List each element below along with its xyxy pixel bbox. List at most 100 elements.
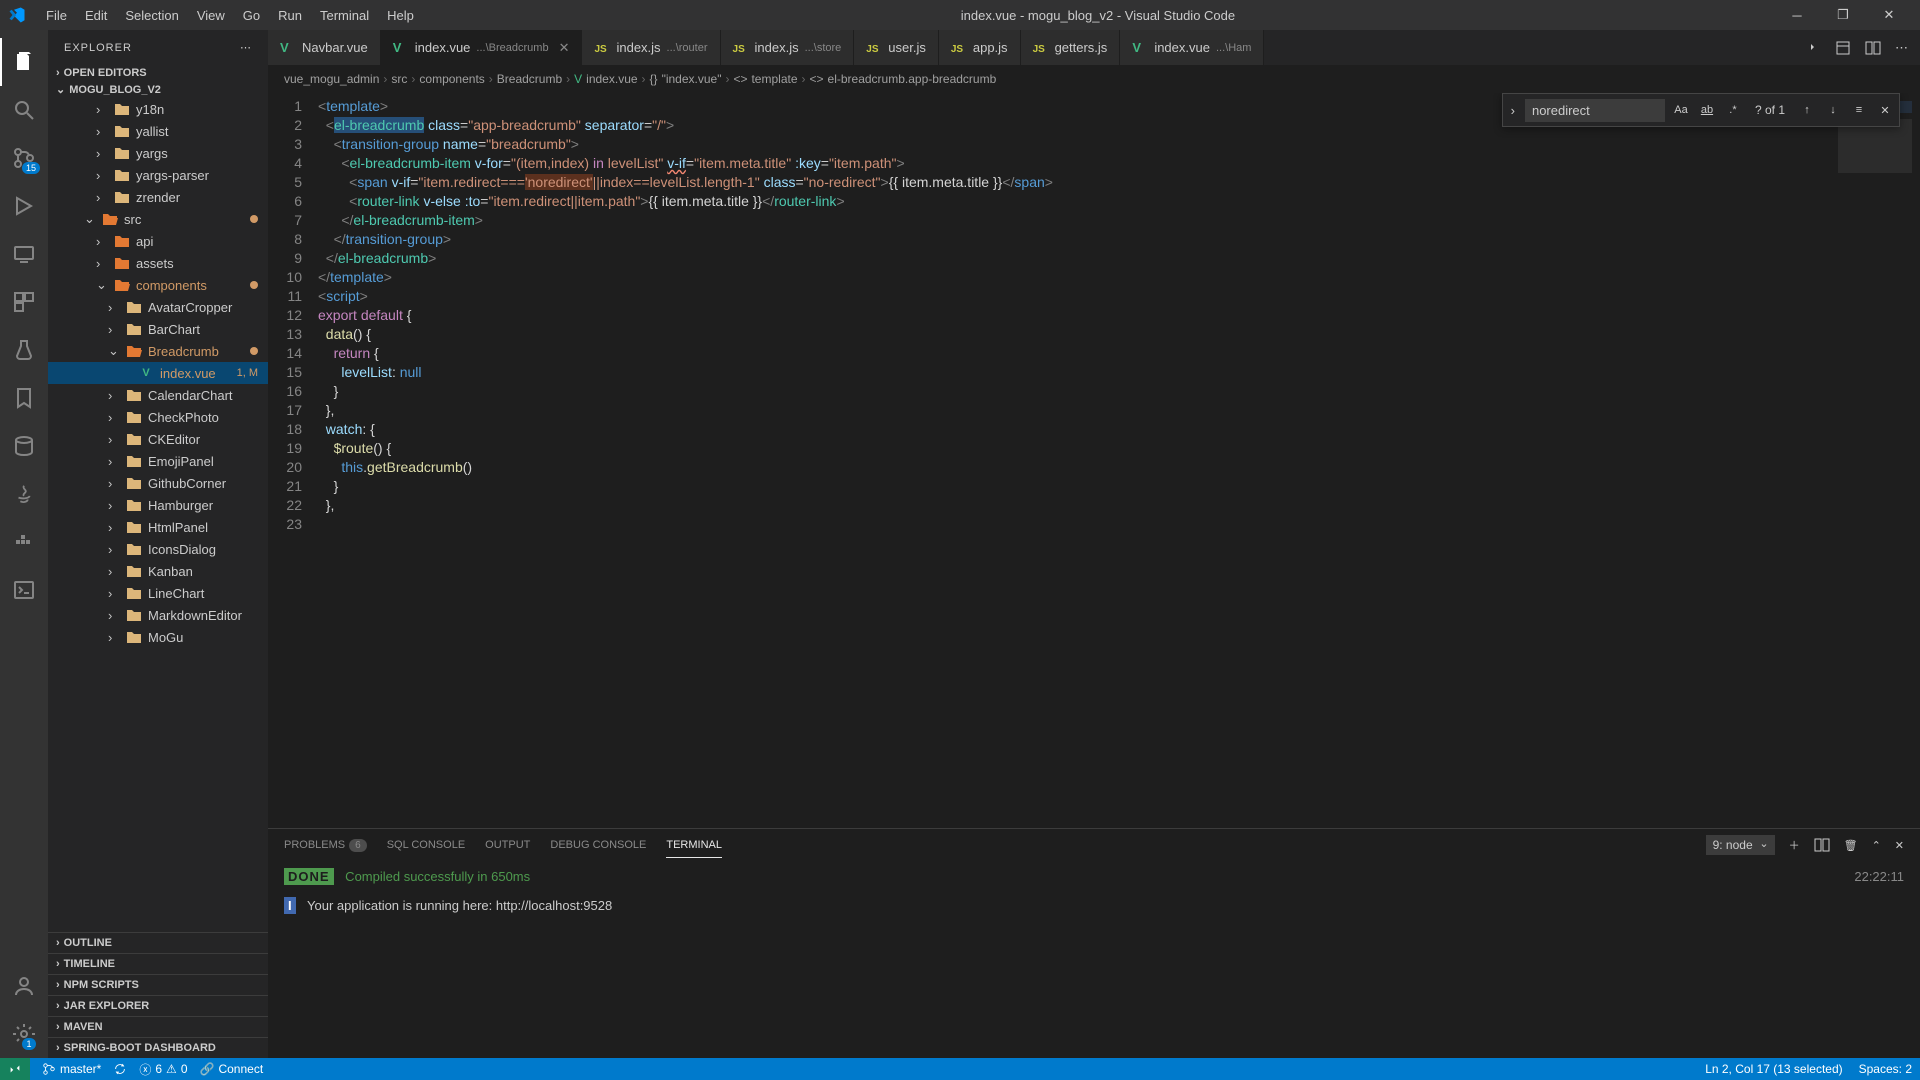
- activity-account[interactable]: [0, 962, 48, 1010]
- activity-docker[interactable]: [0, 518, 48, 566]
- tree-item[interactable]: ›LineChart: [48, 582, 268, 604]
- panel-tab-terminal[interactable]: TERMINAL: [666, 833, 722, 858]
- tree-item[interactable]: ›AvatarCropper: [48, 296, 268, 318]
- tree-item[interactable]: ›GithubCorner: [48, 472, 268, 494]
- editor-tab[interactable]: JSuser.js: [854, 30, 939, 65]
- editor-tab[interactable]: JSindex.js...\store: [721, 30, 855, 65]
- preview-icon[interactable]: [1835, 40, 1851, 56]
- tree-item[interactable]: ›IconsDialog: [48, 538, 268, 560]
- tree-item[interactable]: ›MoGu: [48, 626, 268, 648]
- editor-tab[interactable]: VNavbar.vue: [268, 30, 381, 65]
- tree-item[interactable]: ⌄Breadcrumb: [48, 340, 268, 362]
- activity-java[interactable]: [0, 470, 48, 518]
- sidebar-section[interactable]: ›JAR EXPLORER: [48, 995, 268, 1016]
- activity-database[interactable]: [0, 422, 48, 470]
- menu-help[interactable]: Help: [379, 4, 422, 27]
- find-expand-icon[interactable]: ›: [1507, 103, 1519, 118]
- activity-explorer[interactable]: [0, 38, 48, 86]
- menu-go[interactable]: Go: [235, 4, 268, 27]
- menu-terminal[interactable]: Terminal: [312, 4, 377, 27]
- breadcrumb-item[interactable]: components: [419, 72, 484, 86]
- tree-item[interactable]: ›MarkdownEditor: [48, 604, 268, 626]
- tree-item[interactable]: ›EmojiPanel: [48, 450, 268, 472]
- activity-run-debug[interactable]: [0, 182, 48, 230]
- tree-item[interactable]: Vindex.vue1, M: [48, 362, 268, 384]
- activity-settings[interactable]: 1: [0, 1010, 48, 1058]
- editor-tab[interactable]: Vindex.vue...\Breadcrumb✕: [381, 30, 583, 65]
- close-window-button[interactable]: ✕: [1866, 0, 1912, 30]
- explorer-more-icon[interactable]: ⋯: [240, 41, 252, 54]
- close-panel-icon[interactable]: ✕: [1895, 839, 1904, 852]
- tree-item[interactable]: ›assets: [48, 252, 268, 274]
- open-editors-section[interactable]: › OPEN EDITORS: [48, 65, 268, 81]
- activity-bookmarks[interactable]: [0, 374, 48, 422]
- breadcrumb-item[interactable]: <>el-breadcrumb.app-breadcrumb: [810, 72, 997, 86]
- find-prev-icon[interactable]: ↑: [1797, 100, 1817, 120]
- find-close-icon[interactable]: ✕: [1875, 100, 1895, 120]
- status-position[interactable]: Ln 2, Col 17 (13 selected): [1705, 1062, 1842, 1076]
- tree-item[interactable]: ›yargs-parser: [48, 164, 268, 186]
- tree-item[interactable]: ›Hamburger: [48, 494, 268, 516]
- status-remote[interactable]: [0, 1058, 30, 1080]
- activity-search[interactable]: [0, 86, 48, 134]
- activity-source-control[interactable]: 15: [0, 134, 48, 182]
- editor-tab[interactable]: JSapp.js: [939, 30, 1021, 65]
- breadcrumb-item[interactable]: vue_mogu_admin: [284, 72, 379, 86]
- breadcrumb-item[interactable]: {}"index.vue": [650, 72, 722, 86]
- tree-item[interactable]: ›y18n: [48, 98, 268, 120]
- tree-item[interactable]: ⌄src: [48, 208, 268, 230]
- find-next-icon[interactable]: ↓: [1823, 100, 1843, 120]
- editor-tab[interactable]: JSindex.js...\router: [582, 30, 720, 65]
- activity-remote[interactable]: [0, 230, 48, 278]
- editor-body[interactable]: 1234567891011121314151617181920212223 <t…: [268, 93, 1920, 828]
- breadcrumb-item[interactable]: Vindex.vue: [574, 72, 637, 86]
- tree-item[interactable]: ›Kanban: [48, 560, 268, 582]
- tree-item[interactable]: ›CheckPhoto: [48, 406, 268, 428]
- find-word-icon[interactable]: ab: [1697, 100, 1717, 120]
- menu-edit[interactable]: Edit: [77, 4, 115, 27]
- activity-console[interactable]: [0, 566, 48, 614]
- new-terminal-icon[interactable]: ＋: [1789, 837, 1800, 853]
- split-editor-icon[interactable]: [1865, 40, 1881, 56]
- sidebar-section[interactable]: ›NPM SCRIPTS: [48, 974, 268, 995]
- panel-tab-output[interactable]: OUTPUT: [485, 833, 530, 857]
- terminal-body[interactable]: DONE Compiled successfully in 650ms I Yo…: [268, 861, 1920, 1058]
- breadcrumb-item[interactable]: <>template: [733, 72, 797, 86]
- find-regex-icon[interactable]: .*: [1723, 100, 1743, 120]
- minimize-button[interactable]: ─: [1774, 0, 1820, 30]
- panel-tab-sql[interactable]: SQL CONSOLE: [387, 833, 465, 857]
- sidebar-section[interactable]: ›TIMELINE: [48, 953, 268, 974]
- find-selection-icon[interactable]: ≡: [1849, 100, 1869, 120]
- tree-item[interactable]: ›CalendarChart: [48, 384, 268, 406]
- activity-extensions[interactable]: [0, 278, 48, 326]
- tree-item[interactable]: ›zrender: [48, 186, 268, 208]
- more-actions-icon[interactable]: ⋯: [1895, 40, 1908, 56]
- status-branch[interactable]: master*: [42, 1062, 101, 1076]
- terminal-select[interactable]: 9: node: [1706, 835, 1775, 855]
- status-spaces[interactable]: Spaces: 2: [1859, 1062, 1912, 1076]
- tree-item[interactable]: ›api: [48, 230, 268, 252]
- panel-tab-problems[interactable]: PROBLEMS6: [284, 833, 367, 857]
- close-tab-icon[interactable]: ✕: [559, 40, 570, 56]
- editor-tab[interactable]: JSgetters.js: [1021, 30, 1121, 65]
- sidebar-section[interactable]: ›OUTLINE: [48, 932, 268, 953]
- sidebar-section[interactable]: ›MAVEN: [48, 1016, 268, 1037]
- menu-run[interactable]: Run: [270, 4, 310, 27]
- tree-item[interactable]: ⌄components: [48, 274, 268, 296]
- panel-tab-debug[interactable]: DEBUG CONSOLE: [550, 833, 646, 857]
- breadcrumb-item[interactable]: Breadcrumb: [497, 72, 562, 86]
- breadcrumb-bar[interactable]: vue_mogu_admin›src›components›Breadcrumb…: [268, 65, 1920, 93]
- code-content[interactable]: <template> <el-breadcrumb class="app-bre…: [318, 93, 1830, 828]
- maximize-button[interactable]: ❐: [1820, 0, 1866, 30]
- menu-view[interactable]: View: [189, 4, 233, 27]
- status-connect[interactable]: 🔗 Connect: [200, 1062, 264, 1076]
- activity-test[interactable]: [0, 326, 48, 374]
- find-case-icon[interactable]: Aa: [1671, 100, 1691, 120]
- menu-file[interactable]: File: [38, 4, 75, 27]
- split-terminal-icon[interactable]: [1814, 837, 1830, 853]
- kill-terminal-icon[interactable]: 🗑: [1844, 839, 1858, 852]
- find-input[interactable]: [1525, 99, 1665, 122]
- status-sync[interactable]: [113, 1062, 127, 1076]
- breadcrumb-item[interactable]: src: [391, 72, 407, 86]
- editor-tab[interactable]: Vindex.vue...\Ham: [1120, 30, 1264, 65]
